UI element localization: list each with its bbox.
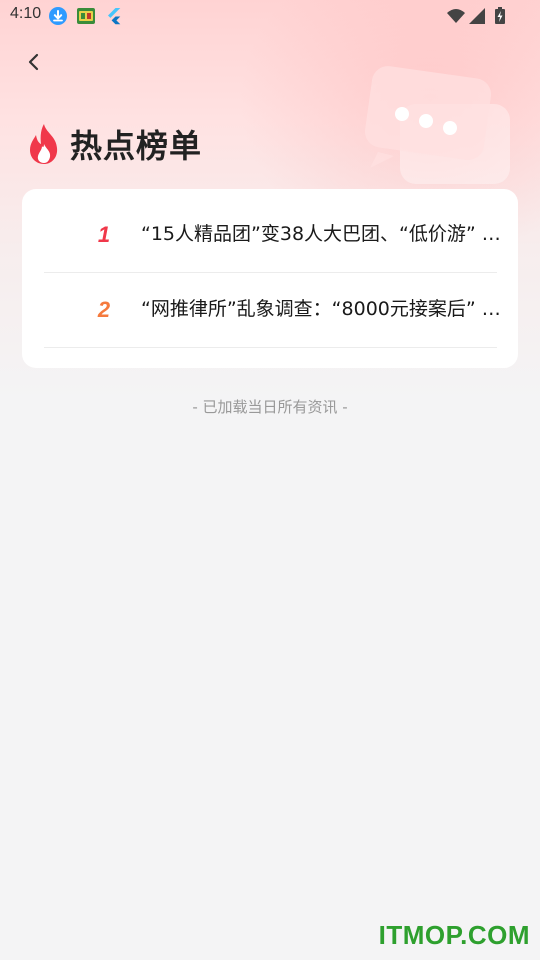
page-title-row: 热点榜单 [24,120,202,168]
wifi-icon [446,6,466,26]
chevron-left-icon [28,53,39,71]
watermark: ITMOP.COM [378,920,530,950]
headline-text: “网推律所”乱象调查：“8000元接案后” 再收费… [141,298,501,320]
status-time: 4:10 [10,5,42,22]
signal-icon [467,6,487,26]
rank-number: 2 [97,297,111,322]
page-title: 热点榜单 [70,127,203,165]
game-app-icon [76,6,96,26]
chat-bubbles-icon [364,66,510,184]
battery-charging-icon [490,6,510,26]
rank-number: 1 [97,222,111,247]
status-bar: 4:10 [0,0,540,32]
loaded-all-note: - 已加载当日所有资讯 - [192,398,348,416]
flame-icon [30,124,58,164]
flutter-icon [104,6,124,26]
list-item[interactable]: 1 “15人精品团”变38人大巴团、“低价游” 陷阱… [44,197,501,273]
back-button[interactable] [16,44,52,80]
hot-list-card: 1 “15人精品团”变38人大巴团、“低价游” 陷阱… 2 “网推律所”乱象调查… [22,189,518,368]
list-item[interactable]: 2 “网推律所”乱象调查：“8000元接案后” 再收费… [44,272,501,348]
headline-text: “15人精品团”变38人大巴团、“低价游” 陷阱… [141,223,501,245]
download-icon [48,6,68,26]
